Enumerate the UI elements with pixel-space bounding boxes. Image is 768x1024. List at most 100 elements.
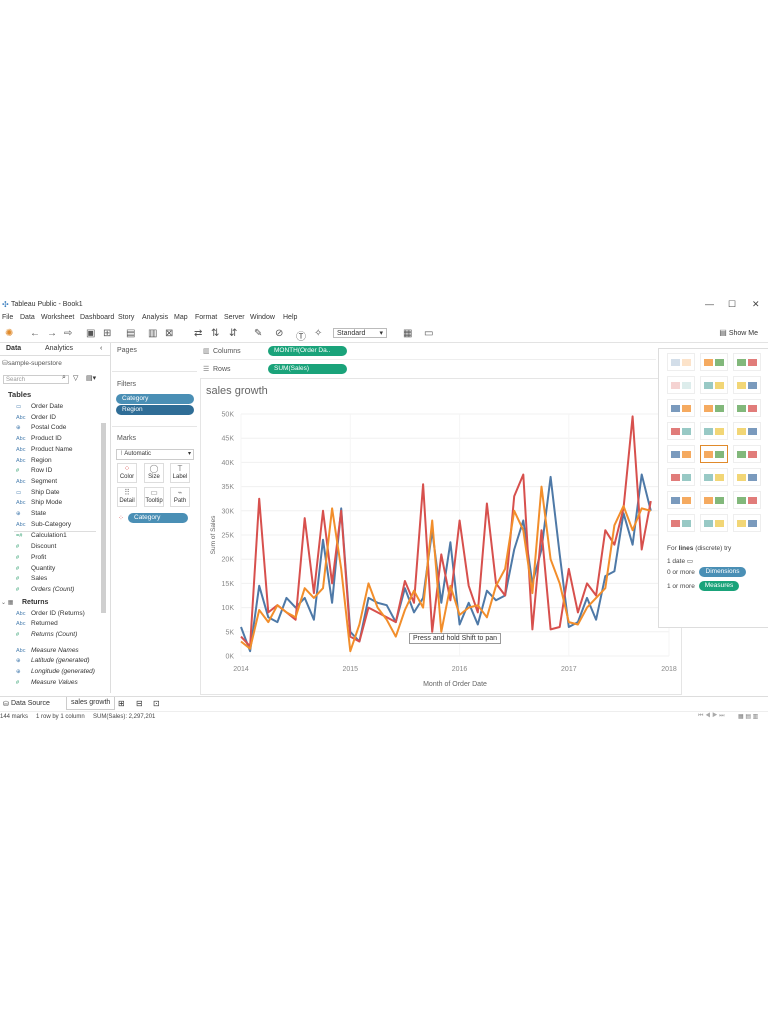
highlight-icon[interactable]: ✎ bbox=[254, 328, 262, 339]
chart-type-thumbnail[interactable] bbox=[700, 514, 728, 532]
label-button[interactable]: T Label bbox=[170, 463, 190, 483]
menu-worksheet[interactable]: Worksheet bbox=[41, 314, 74, 321]
chart-type-thumbnail[interactable] bbox=[733, 514, 761, 532]
field-item[interactable]: Product ID bbox=[31, 435, 62, 442]
menu-map[interactable]: Map bbox=[174, 314, 188, 321]
field-item[interactable]: Measure Names bbox=[31, 647, 79, 654]
labels-icon[interactable]: Ⓣ bbox=[296, 328, 306, 343]
swap-icon[interactable]: ⇄ bbox=[194, 328, 202, 339]
chart-type-thumbnail[interactable] bbox=[700, 491, 728, 509]
field-item[interactable]: Order ID (Returns) bbox=[31, 610, 85, 617]
chart-type-thumbnail[interactable] bbox=[733, 445, 761, 463]
new-worksheet-icon[interactable]: ▤ bbox=[126, 328, 135, 339]
chart-type-thumbnail[interactable] bbox=[667, 468, 695, 486]
menu-file[interactable]: File bbox=[2, 314, 13, 321]
filter-pill-category[interactable]: Category bbox=[116, 394, 194, 404]
chart-type-thumbnail[interactable] bbox=[667, 491, 695, 509]
chart-type-thumbnail[interactable] bbox=[667, 445, 695, 463]
chart-type-thumbnail[interactable] bbox=[667, 514, 695, 532]
scrollbar[interactable] bbox=[101, 423, 106, 613]
menu-help[interactable]: Help bbox=[283, 314, 297, 321]
menu-format[interactable]: Format bbox=[195, 314, 217, 321]
field-item[interactable]: Latitude (generated) bbox=[31, 657, 90, 664]
field-item[interactable]: Returns (Count) bbox=[31, 631, 77, 638]
menu-data[interactable]: Data bbox=[20, 314, 35, 321]
field-item[interactable]: Segment bbox=[31, 478, 57, 485]
filter-pill-region[interactable]: Region bbox=[116, 405, 194, 415]
save-icon[interactable]: ▣ bbox=[86, 328, 95, 339]
sort-descending-icon[interactable]: ⇵ bbox=[229, 328, 237, 339]
search-icon[interactable]: ⌕ bbox=[62, 374, 66, 382]
color-button[interactable]: ⁘ Color bbox=[117, 463, 137, 483]
line-chart[interactable]: 0K 5K 10K 15K 20K 25K 30K 35K 40K 45K 50K 2014 2015 2… bbox=[201, 379, 681, 694]
chart-type-thumbnail[interactable] bbox=[733, 376, 761, 394]
field-item[interactable]: Ship Date bbox=[31, 489, 60, 496]
field-item[interactable]: Order ID bbox=[31, 414, 56, 421]
field-item[interactable]: Order Date bbox=[31, 403, 63, 410]
tooltip-button[interactable]: ▭ Tooltip bbox=[144, 487, 164, 507]
columns-pill[interactable]: MONTH(Order Da.. bbox=[268, 346, 347, 356]
field-item[interactable]: Discount bbox=[31, 543, 56, 550]
tab-data[interactable]: Data bbox=[6, 345, 21, 352]
chart-type-thumbnail[interactable] bbox=[733, 422, 761, 440]
field-item[interactable]: Orders (Count) bbox=[31, 586, 74, 593]
chart-type-thumbnail[interactable] bbox=[700, 445, 728, 463]
sheet-view-icons[interactable]: ▦ ▤ ▥ bbox=[738, 713, 758, 720]
menu-dashboard[interactable]: Dashboard bbox=[80, 314, 114, 321]
group-icon[interactable]: ⊘ bbox=[275, 328, 283, 339]
field-item[interactable]: Sales bbox=[31, 575, 47, 582]
chart-type-thumbnail[interactable] bbox=[733, 353, 761, 371]
menu-story[interactable]: Story bbox=[118, 314, 134, 321]
menu-server[interactable]: Server bbox=[224, 314, 245, 321]
collapse-icon[interactable]: ‹ bbox=[100, 345, 102, 352]
chart-type-thumbnail[interactable] bbox=[733, 468, 761, 486]
clear-sheet-icon[interactable]: ⊠ bbox=[165, 328, 173, 339]
close-button[interactable]: ✕ bbox=[752, 299, 760, 310]
maximize-button[interactable]: ☐ bbox=[728, 299, 736, 310]
presentation-icon[interactable]: ▭ bbox=[424, 328, 433, 339]
field-item[interactable]: Region bbox=[31, 457, 52, 464]
show-me-button[interactable]: ▤ Show Me bbox=[719, 328, 758, 337]
chart-type-thumbnail[interactable] bbox=[700, 399, 728, 417]
chart-type-thumbnail[interactable] bbox=[667, 422, 695, 440]
field-item[interactable]: Quantity bbox=[31, 565, 55, 572]
duplicate-icon[interactable]: ▥ bbox=[148, 328, 157, 339]
tableau-home-icon[interactable]: ✺ bbox=[5, 328, 13, 339]
viz-view[interactable]: sales growth 0K 5K 10K 15K 20K 25K 30K 35K 40K 45… bbox=[200, 378, 682, 695]
chart-type-thumbnail[interactable] bbox=[667, 353, 695, 371]
pin-icon[interactable]: ✧ bbox=[314, 328, 322, 339]
chart-type-thumbnail[interactable] bbox=[667, 376, 695, 394]
search-input[interactable]: Search bbox=[3, 375, 69, 384]
rows-pill[interactable]: SUM(Sales) bbox=[268, 364, 347, 374]
chart-type-thumbnail[interactable] bbox=[667, 399, 695, 417]
chart-type-thumbnail[interactable] bbox=[733, 399, 761, 417]
field-item[interactable]: Ship Mode bbox=[31, 499, 62, 506]
chart-type-thumbnail[interactable] bbox=[700, 353, 728, 371]
show-cards-icon[interactable]: ▦ bbox=[403, 328, 412, 339]
field-item[interactable]: State bbox=[31, 510, 46, 517]
path-button[interactable]: ⌁ Path bbox=[170, 487, 190, 507]
field-item[interactable]: Postal Code bbox=[31, 424, 66, 431]
fit-dropdown[interactable]: Standard ▾ bbox=[333, 328, 387, 338]
new-dashboard-tab-icon[interactable]: ⊟ bbox=[136, 699, 143, 708]
chart-type-thumbnail[interactable] bbox=[700, 468, 728, 486]
menu-window[interactable]: Window bbox=[250, 314, 275, 321]
field-item[interactable]: Profit bbox=[31, 554, 46, 561]
tab-data-source[interactable]: Data Source bbox=[11, 700, 50, 707]
field-item[interactable]: Longitude (generated) bbox=[31, 668, 95, 675]
field-item[interactable]: Measure Values bbox=[31, 679, 78, 686]
sheet-nav-icons[interactable]: ⏮ ◀ ▶ ⏭ bbox=[698, 713, 725, 720]
undo-icon[interactable]: ← bbox=[30, 328, 40, 339]
size-button[interactable]: ◯ Size bbox=[144, 463, 164, 483]
chart-type-thumbnail[interactable] bbox=[733, 491, 761, 509]
field-item[interactable]: Returned bbox=[31, 620, 58, 627]
minimize-button[interactable]: — bbox=[705, 299, 714, 309]
new-datasource-icon[interactable]: ⊞ bbox=[103, 328, 111, 339]
tab-analytics[interactable]: Analytics bbox=[45, 345, 73, 352]
tab-sales-growth[interactable]: sales growth bbox=[66, 697, 116, 710]
returns-table-heading[interactable]: Returns bbox=[22, 599, 48, 606]
detail-button[interactable]: ⠿ Detail bbox=[117, 487, 137, 507]
view-options-icon[interactable]: ▤▾ bbox=[86, 374, 96, 382]
replay-icon[interactable]: ⇨ bbox=[64, 328, 72, 339]
field-item[interactable]: Sub-Category bbox=[31, 521, 71, 528]
